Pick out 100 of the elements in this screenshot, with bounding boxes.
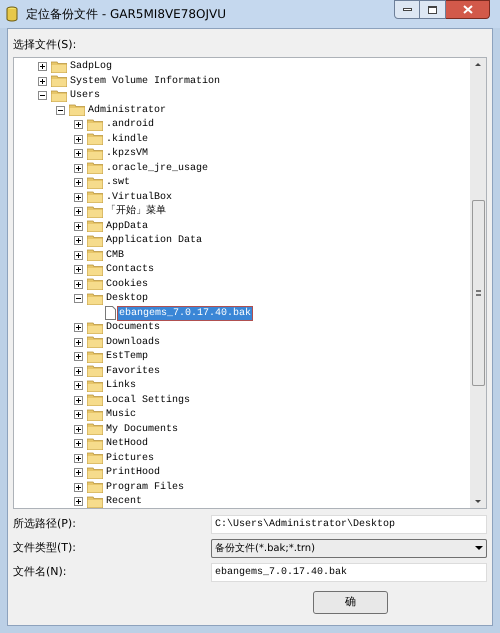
expand-toggle[interactable]: [74, 236, 83, 246]
folder-icon: [87, 350, 103, 363]
scroll-up-icon[interactable]: [475, 62, 481, 66]
folder-icon: [87, 452, 103, 464]
close-button[interactable]: [446, 0, 490, 19]
expand-toggle[interactable]: [74, 178, 83, 188]
close-icon: [462, 5, 472, 14]
dropdown-arrow-icon: [475, 546, 483, 550]
tree-item[interactable]: ebangems_7.0.17.40.bak: [118, 306, 252, 320]
tree-item[interactable]: Links: [105, 379, 138, 392]
expand-toggle[interactable]: [74, 280, 83, 289]
expand-toggle[interactable]: [74, 265, 83, 274]
ok-button[interactable]: 确: [313, 590, 388, 614]
file-icon: [105, 306, 116, 320]
expand-toggle[interactable]: [74, 192, 83, 202]
tree-item[interactable]: Administrator: [87, 104, 168, 117]
collapse-toggle[interactable]: [74, 294, 83, 304]
folder-icon: [87, 292, 103, 305]
tree-item[interactable]: 「开始」菜单: [105, 205, 167, 218]
expand-toggle[interactable]: [74, 396, 83, 405]
expand-toggle[interactable]: [74, 323, 83, 332]
tree-item[interactable]: Documents: [105, 321, 162, 334]
tree-item[interactable]: SadpLog: [69, 60, 114, 74]
tree-item[interactable]: Downloads: [105, 336, 162, 349]
tree-item[interactable]: My Documents: [105, 422, 180, 436]
expand-toggle[interactable]: [38, 76, 47, 86]
folder-icon: [87, 264, 103, 276]
tree-label: 选择文件(S):: [13, 37, 78, 53]
tree-item[interactable]: PrintHood: [105, 466, 162, 480]
expand-toggle[interactable]: [74, 134, 83, 144]
expand-toggle[interactable]: [74, 454, 83, 463]
expand-toggle[interactable]: [74, 352, 83, 362]
tree-item[interactable]: .android: [105, 118, 156, 132]
tree-item[interactable]: .kpzsVM: [105, 147, 150, 160]
tree-item[interactable]: EstTemp: [105, 350, 150, 364]
folder-icon: [87, 234, 103, 247]
folder-icon: [87, 322, 103, 334]
database-icon: [6, 6, 18, 22]
expand-toggle[interactable]: [74, 120, 83, 130]
field-label: 文件类型(T):: [13, 540, 78, 556]
scroll-thumb[interactable]: [472, 200, 484, 386]
expand-toggle[interactable]: [74, 497, 83, 506]
scrollbar[interactable]: [470, 58, 486, 508]
maximize-button[interactable]: [420, 0, 446, 19]
folder-icon: [87, 220, 103, 232]
window-title: 定位备份文件 - GAR5MI8VE78OJVU: [26, 6, 226, 23]
minimize-button[interactable]: [394, 0, 420, 19]
expand-toggle[interactable]: [74, 250, 83, 260]
tree-item[interactable]: NetHood: [105, 437, 150, 450]
tree-item[interactable]: Pictures: [105, 452, 156, 465]
scroll-down-icon[interactable]: [475, 500, 481, 502]
tree-item[interactable]: Local Settings: [105, 394, 192, 407]
folder-icon: [87, 496, 103, 508]
expand-toggle[interactable]: [74, 164, 83, 173]
expand-toggle[interactable]: [74, 410, 83, 420]
tree-item[interactable]: System Volume Information: [69, 74, 222, 88]
folder-icon: [87, 380, 103, 392]
tree-item[interactable]: CMB: [105, 248, 126, 262]
expand-toggle[interactable]: [74, 222, 83, 231]
collapse-toggle[interactable]: [38, 91, 47, 100]
folder-icon: [87, 176, 103, 189]
folder-icon: [87, 249, 103, 262]
expand-toggle[interactable]: [74, 468, 83, 478]
expand-toggle[interactable]: [74, 482, 83, 492]
expand-toggle[interactable]: [74, 338, 83, 347]
folder-icon: [87, 438, 103, 450]
expand-toggle[interactable]: [74, 207, 83, 216]
expand-toggle[interactable]: [74, 424, 83, 434]
folder-icon: [51, 60, 67, 73]
tree-item[interactable]: Music: [105, 408, 138, 422]
expand-toggle[interactable]: [74, 366, 83, 376]
tree-item[interactable]: Program Files: [105, 480, 186, 494]
tree-item[interactable]: AppData: [105, 220, 150, 233]
expand-toggle[interactable]: [74, 439, 83, 448]
input-field[interactable]: C:\Users\Administrator\Desktop: [211, 514, 487, 534]
tree-item[interactable]: .oracle_jre_usage: [105, 162, 210, 175]
folder-icon: [87, 365, 103, 378]
tree-item[interactable]: Recent: [105, 495, 144, 508]
file-type-dropdown[interactable]: 备份文件(*.bak;*.trn): [211, 538, 487, 558]
tree-item[interactable]: Desktop: [105, 292, 150, 306]
tree-item[interactable]: .kindle: [105, 132, 150, 146]
folder-icon: [87, 162, 103, 174]
field-label: 文件名(N):: [13, 564, 68, 580]
tree-item[interactable]: Cookies: [105, 278, 150, 291]
expand-toggle[interactable]: [74, 149, 83, 158]
expand-toggle[interactable]: [74, 381, 83, 390]
folder-icon: [87, 394, 103, 406]
tree-item[interactable]: .swt: [105, 176, 132, 190]
folder-icon: [87, 408, 103, 421]
input-field[interactable]: ebangems_7.0.17.40.bak: [211, 562, 487, 582]
folder-icon: [87, 466, 103, 479]
tree-item[interactable]: Users: [69, 89, 102, 102]
expand-toggle[interactable]: [38, 62, 47, 72]
tree-item[interactable]: Application Data: [105, 234, 204, 248]
tree-item[interactable]: Favorites: [105, 364, 162, 378]
folder-icon: [69, 104, 85, 116]
collapse-toggle[interactable]: [56, 106, 65, 115]
folder-icon: [51, 90, 67, 102]
tree-item[interactable]: .VirtualBox: [105, 190, 174, 204]
tree-item[interactable]: Contacts: [105, 263, 156, 276]
